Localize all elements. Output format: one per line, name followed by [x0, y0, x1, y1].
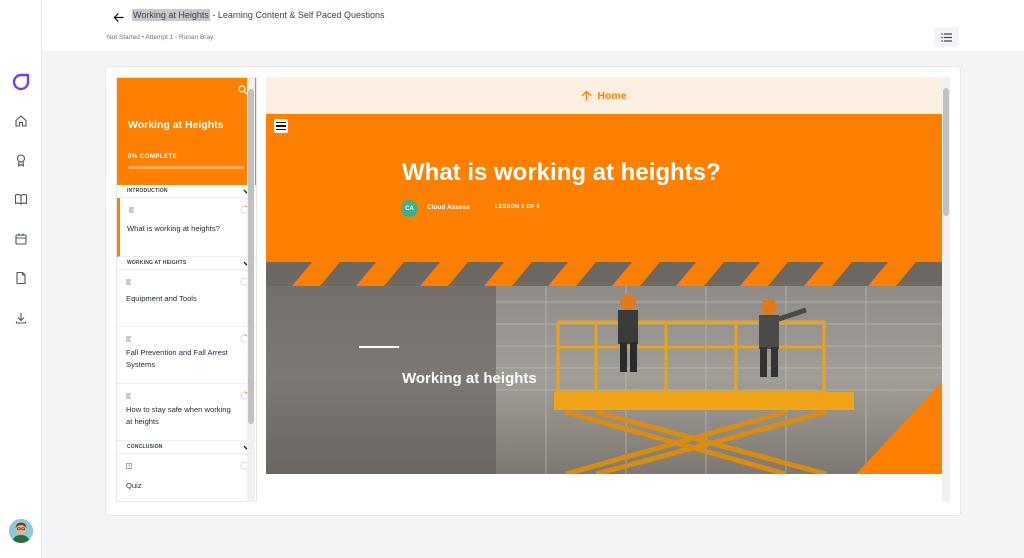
lesson-item[interactable]: Equipment and Tools: [117, 270, 256, 327]
scrollbar-thumb[interactable]: [248, 89, 254, 424]
book-icon[interactable]: [14, 192, 28, 206]
sidebar-scrollbar[interactable]: [247, 77, 255, 502]
page-title-highlight: Working at Heights: [132, 9, 210, 21]
home-icon[interactable]: [14, 114, 28, 128]
section-conclusion[interactable]: CONCLUSION: [117, 441, 256, 454]
lesson-item[interactable]: Quiz: [117, 454, 256, 501]
left-rail: [0, 0, 42, 558]
lesson-hero: What is working at heights? CA Cloud Ass…: [266, 114, 942, 262]
lesson-title: What is working at heights?: [127, 224, 220, 233]
lesson-title-heading: What is working at heights?: [402, 159, 721, 186]
arrow-up-icon: [582, 90, 592, 101]
text-lesson-icon: [126, 336, 131, 342]
user-avatar[interactable]: [9, 519, 33, 543]
author-name: Cloud Assess: [427, 204, 470, 211]
image-caption: Working at heights: [402, 370, 537, 387]
hero-image: Working at heights: [266, 262, 942, 474]
section-working-at-heights[interactable]: WORKING AT HEIGHTS: [117, 257, 256, 270]
attempt-status: Not Started • Attempt 1 - Ronan Bray: [107, 34, 214, 41]
scrollbar-thumb[interactable]: [943, 88, 949, 216]
course-sidebar: Working at Heights 0% COMPLETE INTRODUCT…: [116, 77, 257, 502]
lesson-item[interactable]: Fall Prevention and Fall Arrest Systems: [117, 327, 256, 384]
lesson-item[interactable]: How to stay safe when working at heights: [117, 384, 256, 441]
page-title: Working at Heights - Learning Content & …: [132, 9, 385, 21]
home-link[interactable]: Home: [581, 89, 627, 102]
text-lesson-icon: [129, 207, 134, 213]
progress-bar: [128, 166, 244, 169]
calendar-icon[interactable]: [14, 232, 28, 246]
home-bar: Home: [266, 77, 942, 114]
text-lesson-icon: [126, 393, 131, 399]
arrow-left-icon: [113, 12, 124, 22]
course-title: Working at Heights: [128, 119, 224, 131]
lesson-item[interactable]: What is working at heights?: [117, 198, 256, 257]
section-label: WORKING AT HEIGHTS: [127, 260, 187, 266]
top-header: Working at Heights - Learning Content & …: [42, 0, 1024, 52]
author-avatar: CA: [401, 200, 418, 217]
download-icon[interactable]: [14, 311, 28, 325]
home-label: Home: [597, 89, 627, 102]
lesson-title: Quiz: [126, 481, 142, 490]
progress-label: 0% COMPLETE: [128, 154, 178, 160]
list-icon: [941, 32, 952, 42]
back-button[interactable]: [108, 7, 128, 27]
workers-on-scissor-lift-image: [266, 262, 942, 474]
section-label: CONCLUSION: [127, 444, 163, 450]
award-icon[interactable]: [14, 153, 28, 167]
page-title-rest: - Learning Content & Self Paced Question…: [209, 10, 385, 20]
menu-button[interactable]: [274, 119, 288, 133]
lesson-content: Home What is working at heights? CA Clou…: [266, 77, 942, 502]
text-lesson-icon: [126, 279, 131, 285]
sidebar-header: Working at Heights 0% COMPLETE: [117, 78, 256, 185]
lesson-title: Equipment and Tools: [126, 294, 197, 303]
lesson-title: How to stay safe when working at heights: [126, 405, 231, 426]
caption-divider: [359, 346, 399, 348]
file-icon[interactable]: [14, 271, 28, 285]
section-label: INTRODUCTION: [127, 188, 168, 194]
quiz-icon: [126, 463, 132, 469]
lesson-card: Working at Heights 0% COMPLETE INTRODUCT…: [105, 66, 961, 516]
app-logo-icon[interactable]: [12, 73, 30, 91]
content-scrollbar[interactable]: [942, 77, 950, 502]
section-introduction[interactable]: INTRODUCTION: [117, 185, 256, 198]
table-of-contents-button[interactable]: [934, 27, 959, 47]
lesson-title: Fall Prevention and Fall Arrest Systems: [126, 348, 228, 369]
lesson-counter: LESSON 1 OF 6: [495, 204, 540, 210]
